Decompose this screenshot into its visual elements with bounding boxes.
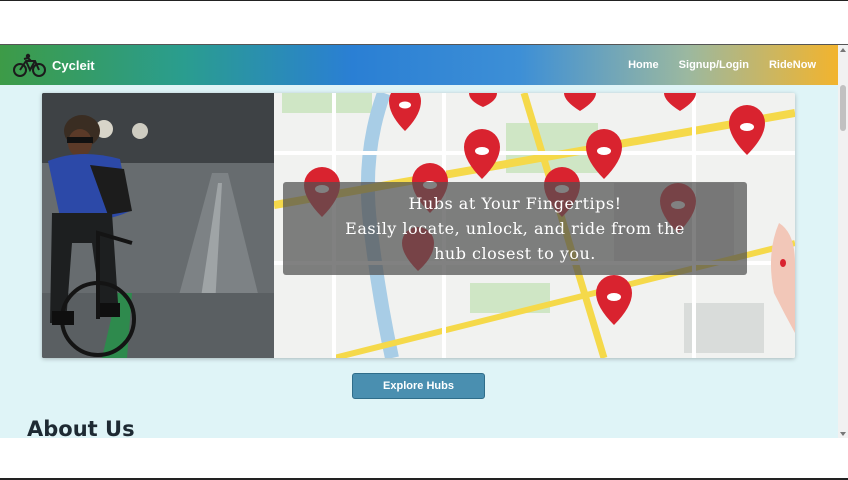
scroll-thumb[interactable]	[840, 85, 846, 131]
nav-link-ridenow[interactable]: RideNow	[769, 59, 816, 71]
caption-line-2: Easily locate, unlock, and ride from the	[345, 219, 685, 238]
explore-hubs-button[interactable]: Explore Hubs	[352, 373, 485, 399]
about-us-heading: About Us	[27, 417, 135, 438]
cyclist-illustration	[42, 93, 274, 358]
nav-link-home[interactable]: Home	[628, 59, 659, 71]
browser-frame: Cycleit Home Signup/Login RideNow Hubs a…	[0, 0, 848, 480]
vertical-scrollbar[interactable]	[838, 45, 848, 438]
bicycle-icon	[13, 53, 46, 77]
scroll-down-arrow-icon[interactable]	[840, 432, 846, 436]
brand[interactable]: Cycleit	[13, 52, 95, 78]
navbar: Cycleit Home Signup/Login RideNow	[0, 45, 838, 85]
hero-caption: Hubs at Your Fingertips! Easily locate, …	[283, 182, 747, 275]
scroll-up-arrow-icon[interactable]	[840, 48, 846, 52]
brand-name: Cycleit	[52, 57, 95, 73]
nav-link-signup-login[interactable]: Signup/Login	[679, 59, 749, 71]
page-viewport: Cycleit Home Signup/Login RideNow Hubs a…	[0, 44, 848, 438]
caption-line-3: hub closest to you.	[434, 244, 596, 263]
caption-title: Hubs at Your Fingertips!	[408, 194, 622, 213]
nav-links: Home Signup/Login RideNow	[628, 45, 816, 85]
hero-banner: Hubs at Your Fingertips! Easily locate, …	[42, 93, 795, 358]
top-border	[0, 0, 848, 1]
cyclist-photo	[42, 93, 274, 358]
